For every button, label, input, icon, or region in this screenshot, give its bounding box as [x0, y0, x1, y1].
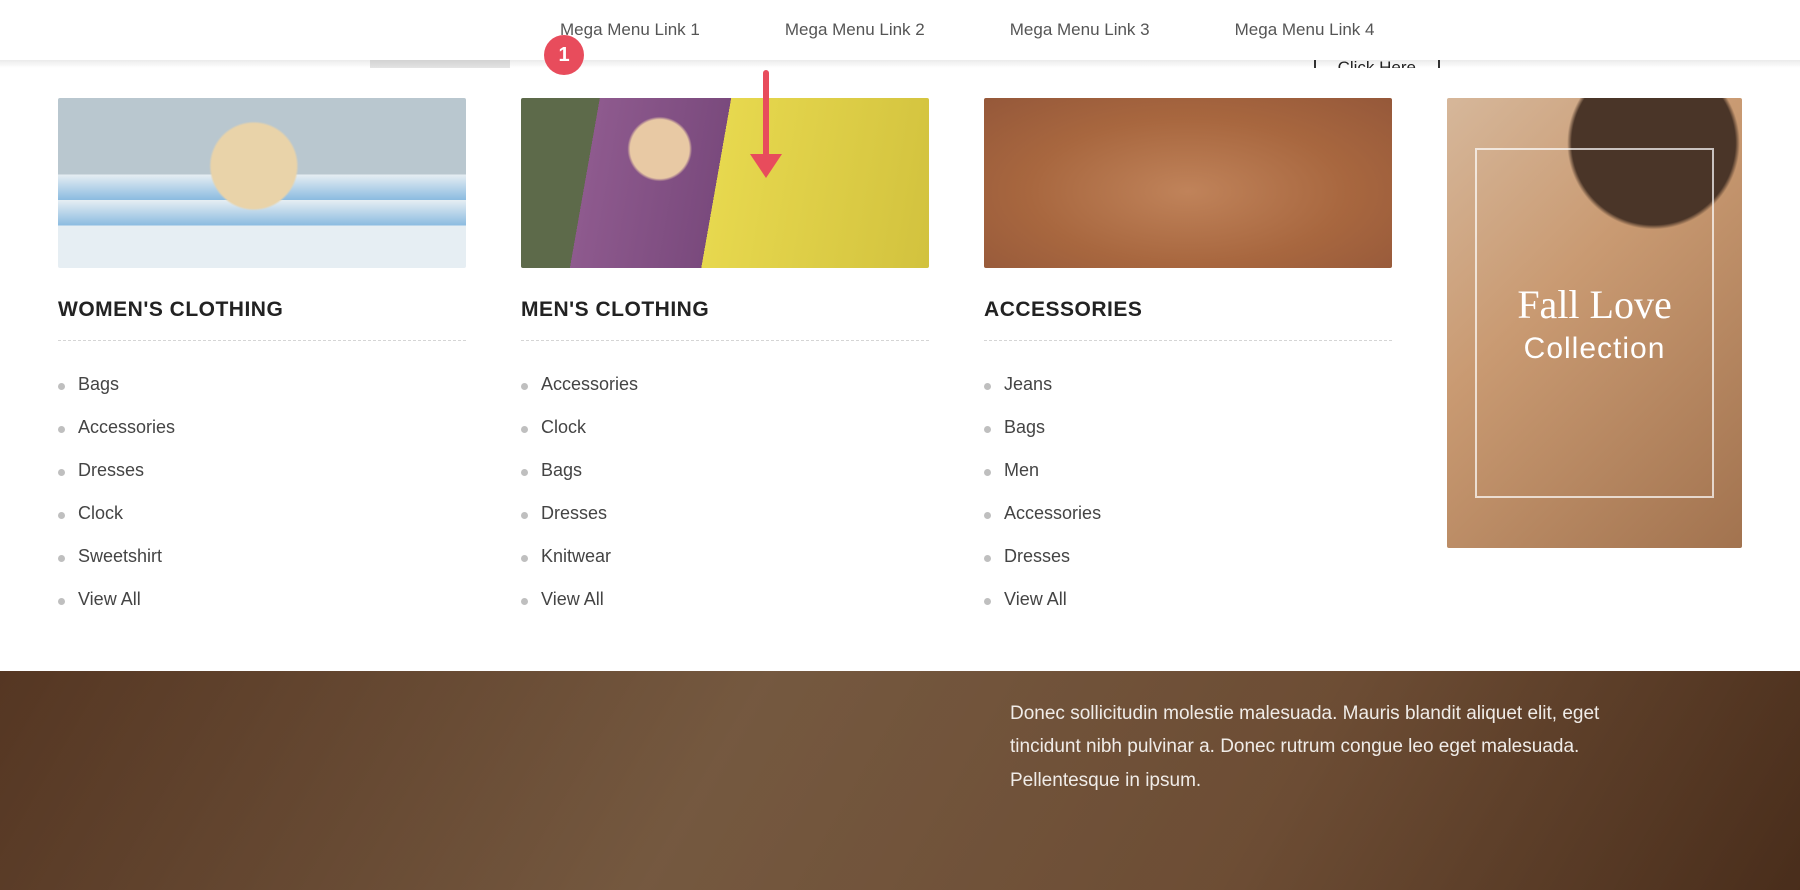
nav-link-4[interactable]: Mega Menu Link 4 [1235, 20, 1375, 40]
category-title: WOMEN'S CLOTHING [58, 298, 466, 341]
mega-link[interactable]: Sweetshirt [58, 535, 466, 578]
mega-link[interactable]: Men [984, 449, 1392, 492]
mega-link[interactable]: Dresses [521, 492, 929, 535]
mega-link[interactable]: Accessories [58, 406, 466, 449]
mega-link[interactable]: Clock [521, 406, 929, 449]
mega-link[interactable]: View All [984, 578, 1392, 621]
mega-link[interactable]: Dresses [58, 449, 466, 492]
mega-link[interactable]: Bags [984, 406, 1392, 449]
mega-column-men: MEN'S CLOTHING Accessories Clock Bags Dr… [521, 98, 929, 621]
hero-copy: Donec sollicitudin molestie malesuada. M… [1010, 697, 1600, 797]
nav-link-3[interactable]: Mega Menu Link 3 [1010, 20, 1150, 40]
promo-banner[interactable]: Fall Love Collection [1447, 98, 1742, 548]
mega-column-women: WOMEN'S CLOTHING Bags Accessories Dresse… [58, 98, 466, 621]
category-title: MEN'S CLOTHING [521, 298, 929, 341]
mega-link[interactable]: Bags [58, 363, 466, 406]
mega-column-accessories: ACCESSORIES Jeans Bags Men Accessories D… [984, 98, 1392, 621]
mega-link[interactable]: Accessories [521, 363, 929, 406]
mega-link[interactable]: View All [58, 578, 466, 621]
mega-menu-panel: WOMEN'S CLOTHING Bags Accessories Dresse… [0, 68, 1800, 671]
category-image-accessories[interactable] [984, 98, 1392, 268]
hero-section: Donec sollicitudin molestie malesuada. M… [0, 665, 1800, 890]
mega-link[interactable]: View All [521, 578, 929, 621]
mega-link[interactable]: Clock [58, 492, 466, 535]
nav-link-1[interactable]: Mega Menu Link 1 [560, 20, 700, 40]
navbar: Mega Menu Link 1 Mega Menu Link 2 Mega M… [0, 0, 1800, 60]
mega-link[interactable]: Dresses [984, 535, 1392, 578]
promo-text: Fall Love Collection [1517, 281, 1671, 366]
category-image-men[interactable] [521, 98, 929, 268]
annotation-step-1-badge: 1 [544, 35, 584, 75]
promo-line-2: Collection [1517, 332, 1671, 366]
nav-link-2[interactable]: Mega Menu Link 2 [785, 20, 925, 40]
nav-shadow [0, 60, 1800, 68]
mega-link[interactable]: Accessories [984, 492, 1392, 535]
category-image-women[interactable] [58, 98, 466, 268]
mega-link[interactable]: Knitwear [521, 535, 929, 578]
promo-line-1: Fall Love [1517, 281, 1671, 328]
annotation-arrow-icon [750, 70, 780, 180]
mega-link[interactable]: Jeans [984, 363, 1392, 406]
category-title: ACCESSORIES [984, 298, 1392, 341]
mega-link[interactable]: Bags [521, 449, 929, 492]
